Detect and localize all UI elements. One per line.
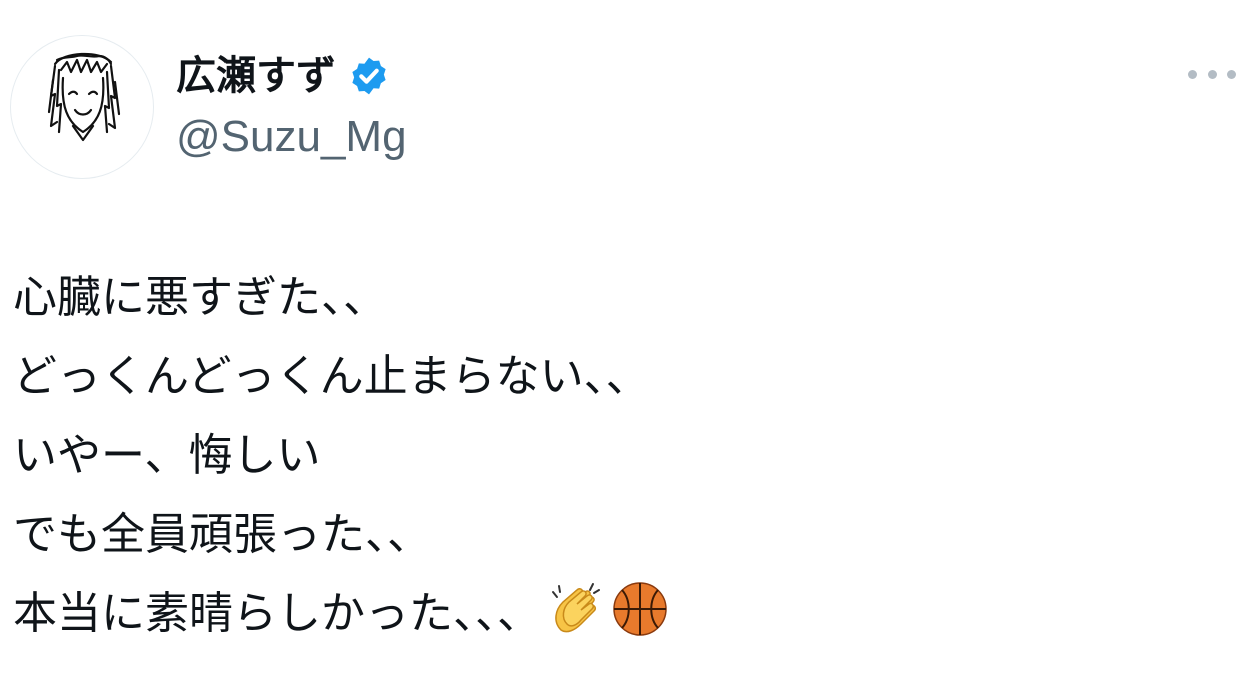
tweet-line: どっくんどっくん止まらない、、: [13, 351, 650, 402]
avatar[interactable]: [10, 35, 154, 179]
clapping-hands-emoji-icon: [547, 580, 605, 663]
basketball-emoji-icon: [611, 580, 669, 663]
tweet-line-last: 本当に素晴らしかった、、、: [13, 574, 1233, 653]
more-options-icon[interactable]: [1188, 62, 1236, 86]
verified-badge-icon: [348, 55, 390, 97]
tweet-line: 本当に素晴らしかった、、、: [13, 588, 541, 639]
tweet-line: 心臓に悪すぎた、、: [13, 272, 387, 323]
author-handle[interactable]: @Suzu_Mg: [176, 110, 407, 164]
tweet-card: 広瀬すず @Suzu_Mg 心臓に悪すぎた、、 どっくんどっくん止まらない、、 …: [0, 0, 1244, 687]
sketch-portrait-avatar-icon: [47, 52, 121, 142]
tweet-line: いやー、悔しい: [13, 430, 321, 481]
more-dot: [1227, 69, 1236, 79]
author-name-row: 広瀬すず: [176, 48, 390, 104]
more-dot: [1207, 69, 1217, 79]
tweet-line: でも全員頑張った、、: [13, 509, 431, 560]
tweet-text: 心臓に悪すぎた、、 どっくんどっくん止まらない、、 いやー、悔しい でも全員頑張…: [13, 258, 1233, 653]
more-dot: [1188, 69, 1197, 79]
author-display-name[interactable]: 広瀬すず: [176, 48, 336, 104]
